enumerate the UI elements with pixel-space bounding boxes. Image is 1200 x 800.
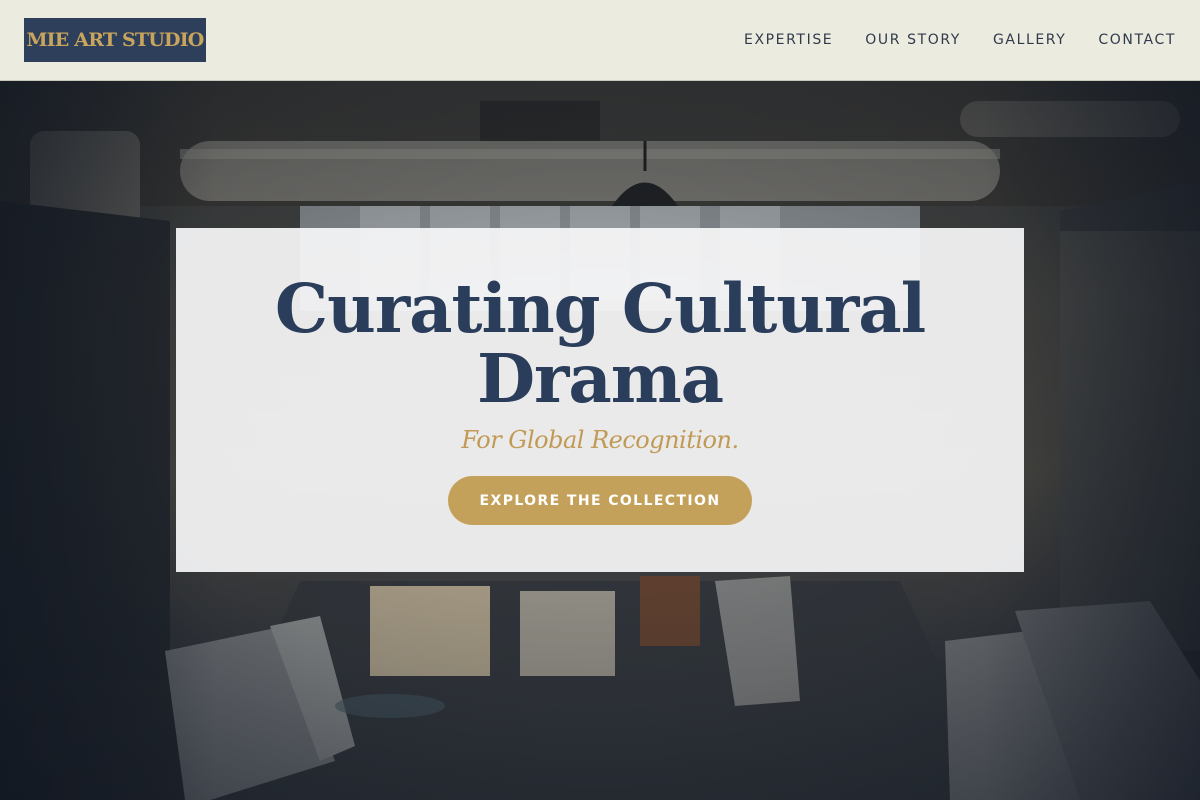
main-nav: EXPERTISE OUR STORY GALLERY CONTACT [744,32,1176,48]
hero-subtitle: For Global Recognition. [461,426,739,454]
nav-link-gallery[interactable]: GALLERY [993,32,1066,48]
logo-text: MIE ART STUDIO [26,29,204,51]
site-header: MIE ART STUDIO EXPERTISE OUR STORY GALLE… [0,0,1200,81]
nav-link-our-story[interactable]: OUR STORY [865,32,961,48]
hero-title: Curating Cultural Drama [274,269,926,418]
nav-link-expertise[interactable]: EXPERTISE [744,32,833,48]
logo[interactable]: MIE ART STUDIO [24,18,206,62]
nav-link-contact[interactable]: CONTACT [1098,32,1176,48]
hero-card: Curating Cultural Drama For Global Recog… [176,228,1024,572]
explore-collection-button[interactable]: EXPLORE THE COLLECTION [447,476,753,525]
